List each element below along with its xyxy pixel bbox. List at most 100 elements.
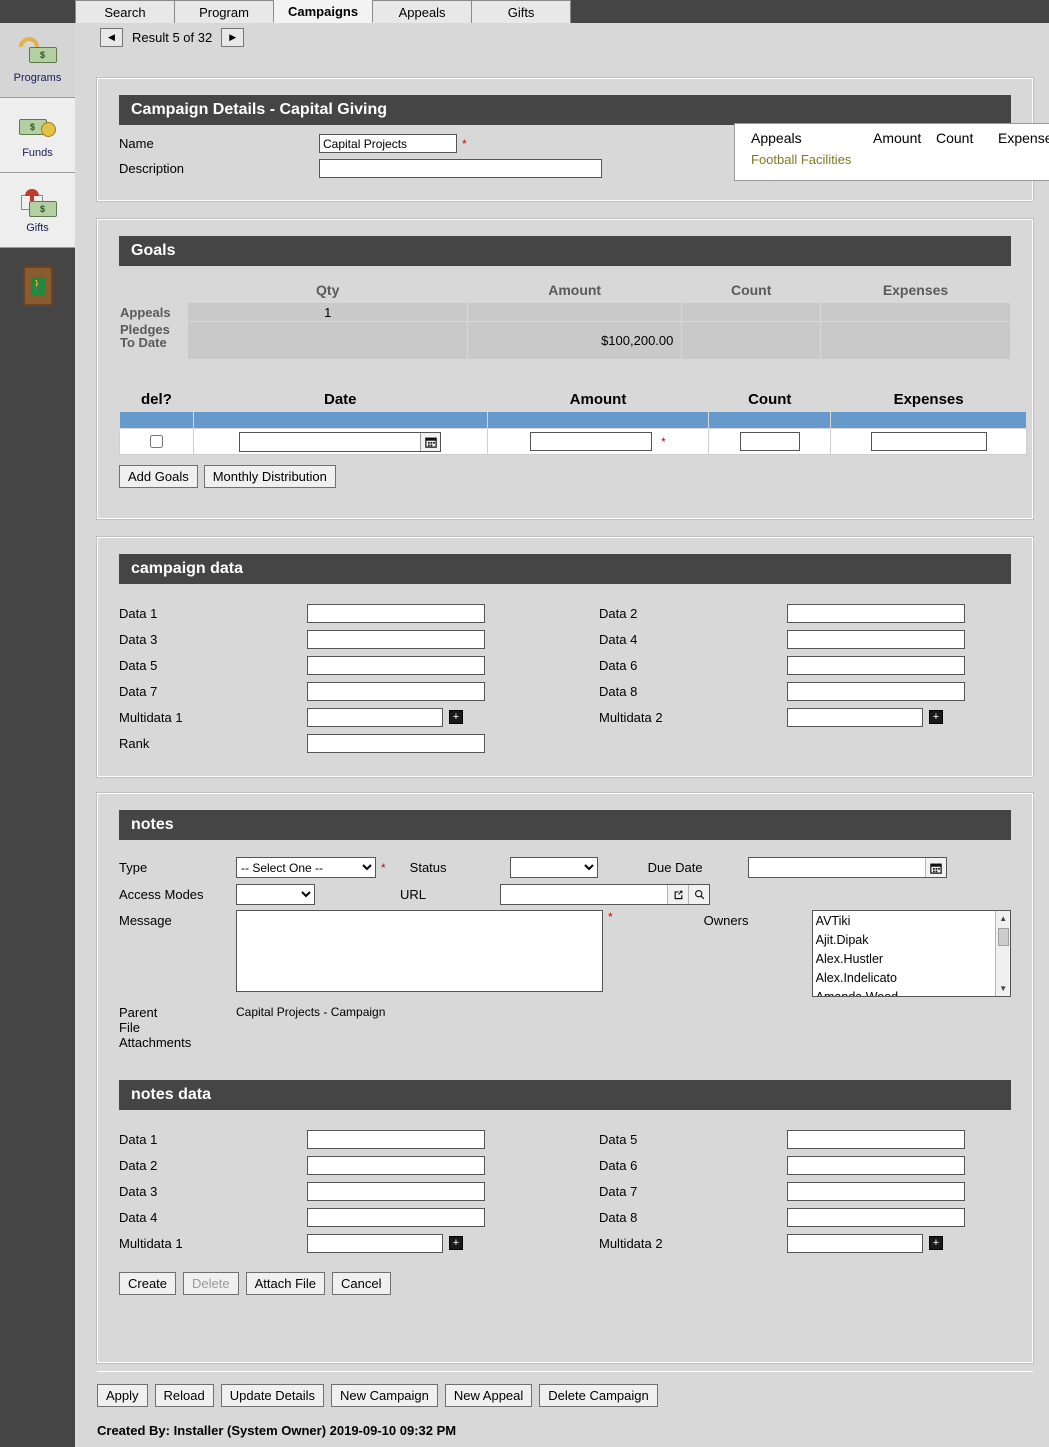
url-label: URL [400, 887, 427, 902]
data7-label: Data 7 [119, 683, 158, 699]
calendar-icon[interactable] [924, 858, 946, 877]
data5-input[interactable] [307, 655, 485, 675]
sidebar-item-exit[interactable]: 🚶 [0, 248, 75, 323]
sidebar-item-funds[interactable]: Funds [0, 98, 75, 173]
appeal-link-football-facilities[interactable]: Football Facilities [751, 152, 851, 167]
attach-file-button[interactable]: Attach File [245, 1272, 326, 1295]
multidata1-input[interactable] [307, 707, 443, 727]
notes-data5-input[interactable] [787, 1129, 965, 1149]
new-campaign-button[interactable]: New Campaign [331, 1384, 438, 1407]
goal-count-input[interactable] [739, 432, 800, 451]
multidata2-input[interactable] [787, 707, 923, 727]
summary-row-label-pledges: Pledges [120, 321, 170, 337]
data3-label: Data 3 [119, 631, 158, 647]
description-input[interactable] [319, 159, 602, 178]
data1-input[interactable] [307, 603, 485, 623]
type-select[interactable]: -- Select One -- [236, 857, 376, 878]
owner-option[interactable]: Ajit.Dipak [816, 931, 1010, 950]
notes-data7-input[interactable] [787, 1181, 965, 1201]
goal-date-input[interactable] [240, 432, 421, 451]
field-row: Data 5 [599, 1126, 999, 1152]
notes-multidata1-add-icon[interactable]: + [449, 1236, 463, 1250]
field-row: Multidata 2 + [599, 704, 999, 730]
scroll-down-icon[interactable]: ▼ [995, 981, 1010, 996]
delete-campaign-button[interactable]: Delete Campaign [539, 1384, 658, 1407]
goal-delete-checkbox[interactable] [150, 435, 164, 448]
next-icon: ▶ [229, 31, 237, 42]
scrollbar-thumb[interactable] [997, 928, 1009, 946]
goal-date-field[interactable] [239, 431, 442, 452]
notes-data6-input[interactable] [787, 1155, 965, 1175]
scroll-up-icon[interactable]: ▲ [995, 911, 1010, 926]
next-result-button[interactable]: ▶ [221, 27, 245, 47]
type-required-marker: * [381, 860, 386, 875]
notes-multidata1-input[interactable] [307, 1233, 443, 1253]
cancel-button[interactable]: Cancel [332, 1272, 391, 1295]
goal-amount-input[interactable] [530, 432, 653, 451]
field-row: Multidata 1 + [119, 704, 599, 730]
url-field[interactable] [500, 884, 710, 905]
tab-appeals[interactable]: Appeals [372, 0, 473, 23]
owners-listbox[interactable]: AVTiki Ajit.Dipak Alex.Hustler Alex.Inde… [811, 910, 1011, 997]
tab-search[interactable]: Search [75, 0, 175, 23]
new-appeal-button[interactable]: New Appeal [444, 1384, 533, 1407]
reload-button[interactable]: Reload [154, 1384, 214, 1407]
rank-input[interactable] [307, 733, 485, 753]
message-textarea[interactable] [236, 910, 603, 992]
access-modes-select[interactable] [236, 884, 315, 905]
add-goals-button[interactable]: Add Goals [119, 465, 198, 488]
notes-data2-input[interactable] [307, 1155, 485, 1175]
notes-data8-input[interactable] [787, 1207, 965, 1227]
update-details-button[interactable]: Update Details [220, 1384, 325, 1407]
notes-data3-input[interactable] [307, 1181, 485, 1201]
owner-option[interactable]: AVTiki [816, 912, 1010, 931]
goal-del-cell [119, 428, 194, 455]
tab-gifts[interactable]: Gifts [471, 0, 572, 23]
goal-expenses-input[interactable] [870, 432, 987, 451]
tab-program[interactable]: Program [174, 0, 274, 23]
owner-option[interactable]: Alex.Hustler [816, 950, 1010, 969]
search-icon[interactable] [688, 885, 709, 904]
table-header-row: del? Date Amount Count Expenses [120, 390, 1027, 412]
data1-label: Data 1 [119, 605, 158, 621]
goal-amount-required-marker: * [661, 434, 666, 449]
data3-input[interactable] [307, 629, 485, 649]
due-date-field[interactable] [747, 857, 947, 878]
url-input[interactable] [501, 885, 667, 904]
sidebar-item-label: Gifts [26, 221, 49, 234]
goals-header-expenses: Expenses [893, 391, 964, 408]
file-label: File [119, 1020, 140, 1035]
sidebar-item-programs[interactable]: Programs [0, 23, 75, 98]
sidebar-item-label: Programs [13, 71, 62, 84]
tab-label: Gifts [507, 4, 535, 20]
name-input[interactable] [319, 134, 457, 153]
notes-title: notes [119, 810, 1011, 840]
notes-data1-input[interactable] [307, 1129, 485, 1149]
notes-multidata2-add-icon[interactable]: + [929, 1236, 943, 1250]
delete-button[interactable]: Delete [183, 1272, 239, 1295]
calendar-icon[interactable] [420, 432, 441, 451]
data7-input[interactable] [307, 681, 485, 701]
data2-input[interactable] [787, 603, 965, 623]
data8-input[interactable] [787, 681, 965, 701]
apply-button[interactable]: Apply [97, 1384, 148, 1407]
summary-pledges-amount: $100,200.00 [466, 321, 683, 360]
owners-scrollbar[interactable]: ▲ ▼ [994, 911, 1010, 996]
create-button[interactable]: Create [119, 1272, 177, 1295]
notes-multidata2-input[interactable] [787, 1233, 923, 1253]
tab-campaigns[interactable]: Campaigns [273, 0, 374, 23]
multidata2-add-icon[interactable]: + [929, 710, 943, 724]
data6-input[interactable] [787, 655, 965, 675]
owner-option[interactable]: Alex.Indelicato [816, 969, 1010, 988]
owner-option[interactable]: Amanda.Wood [816, 988, 1010, 996]
summary-appeals-count [681, 302, 822, 322]
external-link-icon[interactable] [667, 885, 688, 904]
data4-input[interactable] [787, 629, 965, 649]
monthly-distribution-button[interactable]: Monthly Distribution [203, 465, 336, 488]
prev-result-button[interactable]: ◀ [100, 27, 123, 47]
due-date-input[interactable] [748, 858, 925, 877]
notes-data4-input[interactable] [307, 1207, 485, 1227]
status-select[interactable] [509, 857, 598, 878]
multidata1-add-icon[interactable]: + [449, 710, 463, 724]
sidebar-item-gifts[interactable]: Gifts [0, 173, 75, 248]
